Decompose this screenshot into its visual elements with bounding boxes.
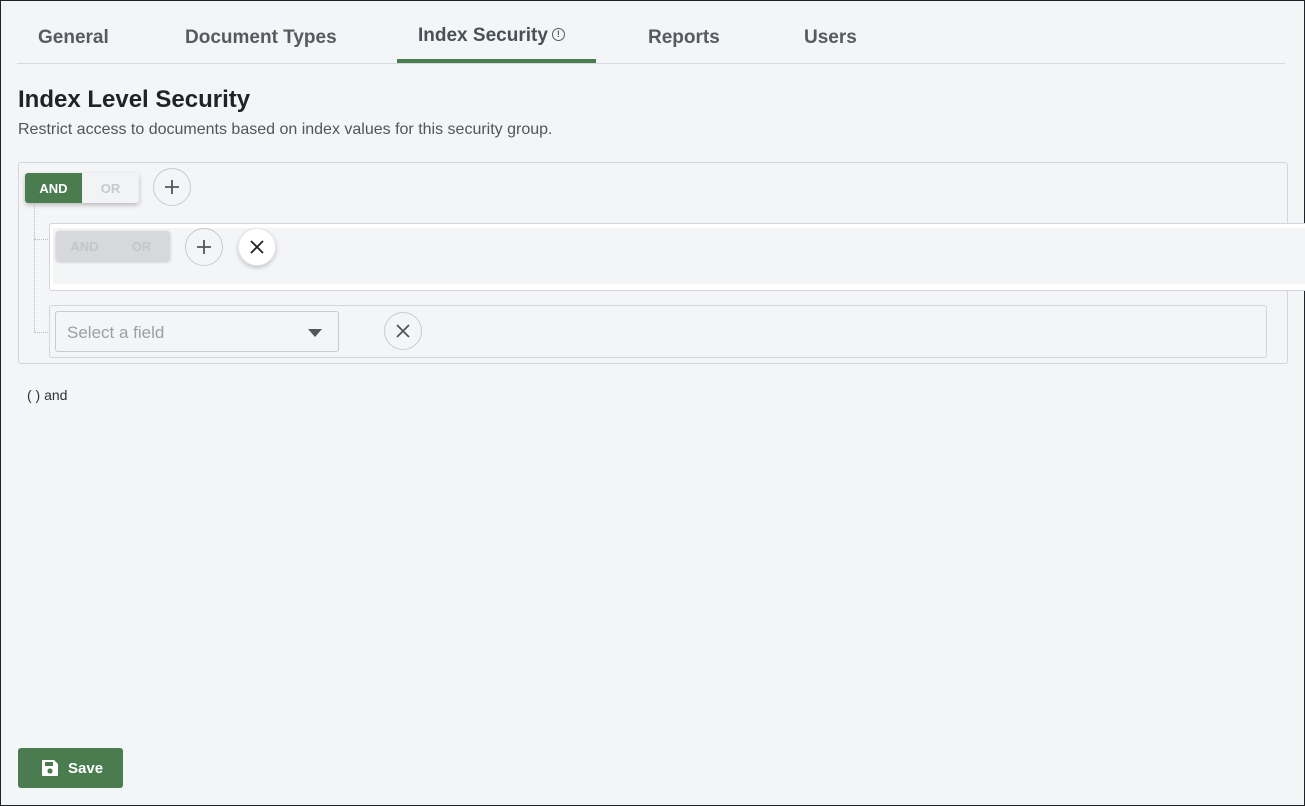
root-condition-group: AND OR AND OR Select a field: [18, 162, 1305, 364]
condition-rule: Select a field: [49, 305, 1267, 358]
rule-remove-button[interactable]: [384, 312, 422, 350]
info-icon: !: [551, 28, 565, 41]
nested-or-button: OR: [113, 231, 170, 261]
root-and-or-toggle: AND OR: [25, 173, 139, 203]
tab-document-types[interactable]: Document Types: [185, 27, 337, 49]
active-tab-indicator: [397, 59, 596, 63]
tab-users[interactable]: Users: [804, 27, 857, 49]
close-icon: [250, 240, 264, 254]
tab-index-security-label: Index Security: [418, 25, 548, 46]
tree-connector: [34, 203, 35, 333]
nested-and-button: AND: [56, 231, 113, 261]
tab-index-security[interactable]: Index Security!: [418, 25, 565, 47]
tab-bar: General Document Types Index Security! R…: [17, 13, 1285, 64]
nested-remove-button[interactable]: [238, 228, 276, 266]
floppy-disk-icon: [42, 760, 58, 776]
close-icon: [396, 324, 410, 338]
root-or-button[interactable]: OR: [82, 173, 139, 203]
tree-connector-branch: [34, 239, 48, 240]
field-select[interactable]: Select a field: [55, 311, 339, 352]
page-title: Index Level Security: [18, 86, 251, 113]
tree-connector-branch: [34, 332, 48, 333]
field-select-placeholder: Select a field: [67, 323, 165, 342]
root-and-button[interactable]: AND: [25, 173, 82, 203]
tab-general[interactable]: General: [38, 27, 109, 49]
plus-icon: [197, 240, 211, 254]
plus-icon: [165, 180, 179, 194]
expression-preview: ( ) and: [27, 387, 68, 403]
save-button[interactable]: Save: [18, 748, 123, 788]
nested-and-or-toggle: AND OR: [56, 231, 170, 261]
nested-add-button[interactable]: [185, 228, 223, 266]
nested-condition-group: AND OR: [49, 223, 1305, 291]
save-button-label: Save: [68, 759, 104, 777]
root-add-button[interactable]: [153, 168, 191, 206]
chevron-down-icon: [308, 329, 322, 337]
page-subtitle: Restrict access to documents based on in…: [18, 121, 553, 138]
nested-group-body: AND OR: [53, 228, 1305, 284]
tab-reports[interactable]: Reports: [648, 27, 720, 49]
